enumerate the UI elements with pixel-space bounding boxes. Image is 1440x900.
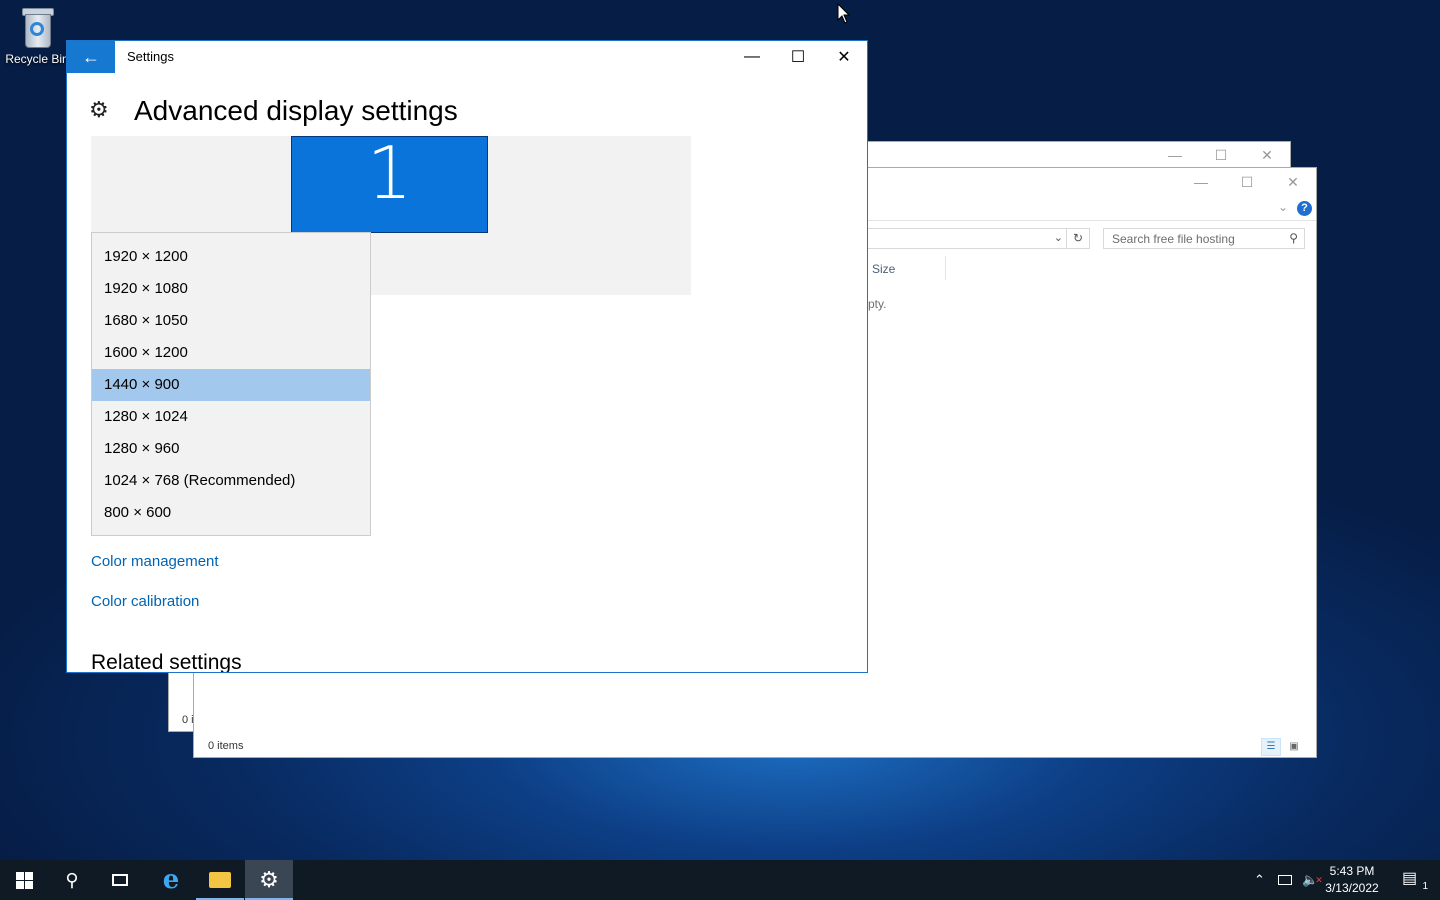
action-center-button[interactable]: ▤ 1	[1402, 868, 1428, 892]
resolution-option[interactable]: 1280 × 1024	[92, 401, 370, 433]
notification-count: 1	[1422, 881, 1428, 892]
maximize-button[interactable]: ☐	[775, 41, 821, 73]
internet-explorer-button[interactable]: e	[147, 860, 195, 900]
gear-icon: ⚙	[259, 867, 279, 892]
internet-explorer-icon: e	[162, 865, 180, 895]
settings-window[interactable]: ← Settings — ☐ ✕ ⚙ Advanced display sett…	[66, 40, 868, 673]
recycle-bin-label: Recycle Bin	[5, 52, 69, 66]
search-button[interactable]: ⚲	[48, 860, 96, 900]
view-switcher: ☰ ▣	[1261, 738, 1304, 756]
mouse-cursor-icon	[837, 3, 851, 24]
chevron-down-icon[interactable]: ⌄	[1054, 231, 1063, 244]
minimize-icon[interactable]: —	[1178, 168, 1224, 196]
resolution-option[interactable]: 1680 × 1050	[92, 305, 370, 337]
window-controls: — ☐ ✕	[1178, 168, 1316, 196]
folder-icon	[209, 872, 231, 888]
resolution-option[interactable]: 1440 × 900	[92, 369, 370, 401]
maximize-icon[interactable]: ☐	[1198, 142, 1244, 168]
status-bar-text: 0 items	[208, 740, 244, 752]
resolution-option[interactable]: 1280 × 960	[92, 433, 370, 465]
empty-folder-text: pty.	[868, 297, 887, 311]
maximize-icon[interactable]: ☐	[1224, 168, 1270, 196]
gear-icon: ⚙	[89, 97, 109, 122]
clock-date: 3/13/2022	[1325, 881, 1379, 895]
task-view-icon	[112, 874, 128, 886]
clock-time: 5:43 PM	[1329, 864, 1375, 878]
window-controls: — ☐ ✕	[729, 41, 867, 73]
task-view-button[interactable]	[96, 860, 144, 900]
window-controls: — ☐ ✕	[1152, 142, 1290, 168]
close-icon[interactable]: ✕	[1244, 142, 1290, 168]
resolution-dropdown-list[interactable]: 1920 × 1200 1920 × 1080 1680 × 1050 1600 × …	[91, 232, 371, 536]
status-bar-text: 0 i	[182, 714, 194, 726]
settings-taskbar-button[interactable]: ⚙	[245, 860, 293, 900]
resolution-option[interactable]: 1920 × 1080	[92, 273, 370, 305]
taskbar: ⚲ e ⚙ ⌃ 🔈 ✕ 5:43 PM 3/13/2022 ▤ 1	[0, 860, 1440, 900]
back-arrow-icon: ←	[82, 46, 100, 67]
resolution-option[interactable]: 1920 × 1200	[92, 241, 370, 273]
search-icon: ⚲	[1289, 231, 1298, 245]
volume-muted-icon[interactable]: 🔈 ✕	[1302, 860, 1323, 900]
show-hidden-icons-button[interactable]: ⌃	[1254, 860, 1265, 900]
recycle-bin-shortcut[interactable]: Recycle Bin	[4, 6, 70, 66]
search-icon: ⚲	[65, 869, 79, 890]
close-button[interactable]: ✕	[821, 41, 867, 73]
column-divider[interactable]	[945, 256, 946, 280]
window-title: Settings	[127, 49, 174, 64]
refresh-icon[interactable]: ↻	[1066, 229, 1089, 248]
resolution-option[interactable]: 1024 × 768 (Recommended)	[92, 465, 370, 497]
details-view-icon[interactable]: ☰	[1261, 738, 1281, 756]
color-management-link[interactable]: Color management	[91, 553, 219, 570]
minimize-button[interactable]: —	[729, 41, 775, 73]
search-placeholder: Search free file hosting	[1112, 232, 1235, 246]
system-clock[interactable]: 5:43 PM 3/13/2022	[1322, 863, 1382, 897]
chevron-up-icon: ⌃	[1254, 872, 1265, 887]
resolution-option[interactable]: 800 × 600	[92, 497, 370, 529]
title-bar[interactable]: ← Settings — ☐ ✕	[67, 41, 867, 73]
monitor-1-tile[interactable]: 1	[291, 136, 488, 233]
ribbon-expand-icon[interactable]: ⌄	[1278, 200, 1288, 214]
resolution-option[interactable]: 1600 × 1200	[92, 337, 370, 369]
back-button[interactable]: ←	[67, 41, 115, 73]
large-icons-view-icon[interactable]: ▣	[1284, 738, 1304, 756]
column-header-size[interactable]: Size	[872, 262, 895, 276]
page-title: Advanced display settings	[134, 95, 458, 126]
network-icon[interactable]	[1278, 860, 1292, 900]
file-explorer-button[interactable]	[196, 860, 244, 900]
start-button[interactable]	[0, 860, 48, 900]
related-settings-heading: Related settings	[91, 651, 242, 673]
minimize-icon[interactable]: —	[1152, 142, 1198, 168]
help-icon[interactable]: ?	[1297, 201, 1312, 216]
notification-icon: ▤	[1402, 870, 1418, 887]
search-input[interactable]: Search free file hosting ⚲	[1103, 228, 1305, 249]
close-icon[interactable]: ✕	[1270, 168, 1316, 196]
recycle-bin-icon	[20, 6, 54, 48]
windows-logo-icon	[15, 871, 33, 889]
color-calibration-link[interactable]: Color calibration	[91, 593, 199, 610]
